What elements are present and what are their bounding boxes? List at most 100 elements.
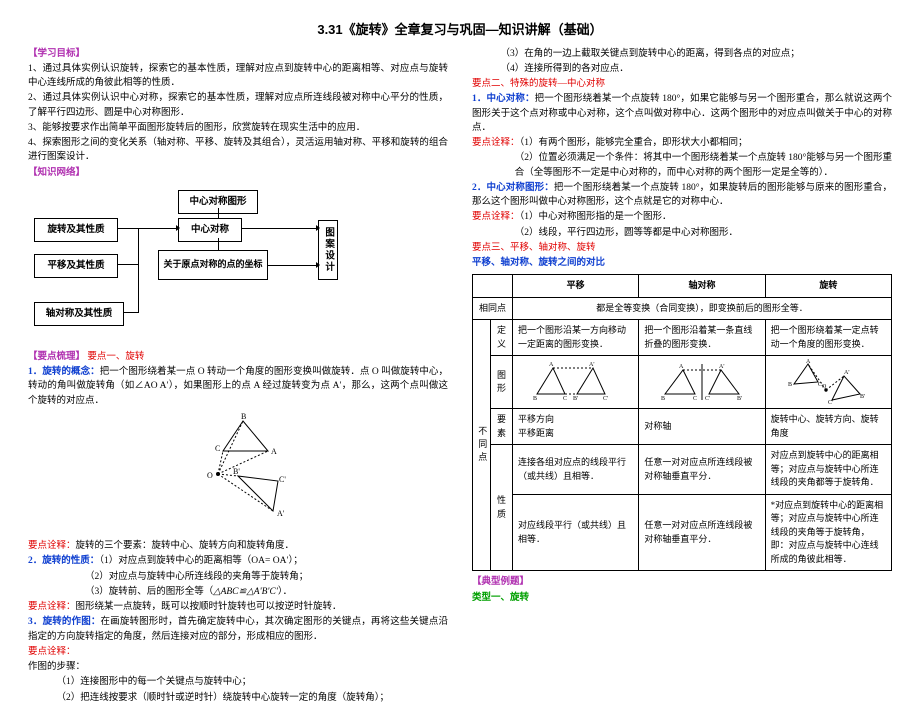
svg-text:A': A' — [589, 362, 594, 368]
section-key-points-header: 【要点梳理】 — [28, 352, 85, 362]
th-empty — [473, 275, 513, 298]
example-type-1: 类型一、旋转 — [472, 591, 892, 605]
cs-tip1: 要点诠释：（1）有两个图形，能够完全重合，即形状大小都相同； — [472, 136, 892, 150]
section-key-points-line: 【要点梳理】 要点一、旋转 — [28, 350, 448, 364]
step-1: （1）连接图形中的每一个关键点与旋转中心； — [28, 675, 448, 689]
center-sym-fig-line: 2．中心对称图形：把一个图形绕着某一个点旋转 180°，如果旋转后的图形能够与原… — [472, 181, 892, 210]
box-origin-sym-coord: 关于原点对称的点的坐标 — [158, 250, 268, 280]
key-point-3-header: 要点三、平移、轴对称、旋转 — [472, 241, 892, 255]
connector — [242, 228, 316, 229]
rot-prop-hdr: 2．旋转的性质： — [28, 556, 99, 566]
svg-text:B': B' — [573, 396, 578, 402]
row-prop: 性质 — [491, 445, 513, 571]
box-rotate-prop: 旋转及其性质 — [34, 218, 118, 242]
step-2: （2）把连线按要求（顺时针或逆时针）绕旋转中心旋转一定的角度（旋转角）； — [28, 691, 448, 705]
cs-text: 把一个图形绕着某一个点旋转 180°，如果它能够与另一个图形重合，那么就说这两个… — [472, 94, 892, 133]
th-rotate: 旋转 — [765, 275, 891, 298]
tip-dir: 图形绕某一点旋转，既可以按顺时针旋转也可以按逆时针旋转． — [76, 602, 342, 612]
svg-text:A: A — [679, 364, 684, 370]
svg-text:A: A — [549, 362, 554, 368]
rot-draw-hdr: 3．旋转的作图： — [28, 617, 101, 627]
knowledge-flowchart: 中心对称图形 旋转及其性质 中心对称 平移及其性质 关于原点对称的点的坐标 图案… — [28, 190, 448, 340]
step-3: （3）在角的一边上截取关键点到旋转中心的距离，得到各点的对应点； — [472, 47, 892, 61]
c1-def: 把一个图形沿某一方向移动一定距离的图形变换． — [513, 320, 639, 356]
svg-text:C': C' — [603, 396, 608, 402]
right-column: （3）在角的一边上截取关键点到旋转中心的距离，得到各点的对应点； （4）连接所得… — [472, 46, 892, 706]
c2-p1: 任意一对对应点所连线段被对称轴垂直平分． — [639, 445, 765, 495]
c3-p1: 对应点到旋转中心的距离相等；对应点与旋转中心所连线段的夹角都等于旋转角． — [765, 445, 891, 495]
tip-rot-three-elements: 要点诠释：旋转的三个要素：旋转中心、旋转方向和旋转角度． — [28, 539, 448, 553]
c3-fig: ABC A'B'C'O — [765, 356, 891, 409]
key-point-1-header: 要点一、旋转 — [87, 352, 144, 362]
th-translate: 平移 — [513, 275, 639, 298]
goal-2: 2、通过具体实例认识中心对称，探索它的基本性质，理解对应点所连线段被对称中心平分… — [28, 91, 448, 120]
connector — [268, 265, 316, 266]
tip-rot3: 旋转的三个要素：旋转中心、旋转方向和旋转角度． — [76, 541, 295, 551]
svg-text:A: A — [271, 447, 277, 456]
c1-p2: 对应线段平行（或共线）且相等． — [513, 494, 639, 571]
c2-elem: 对称轴 — [639, 409, 765, 445]
svg-text:C: C — [693, 396, 697, 402]
page-title: 3.31《旋转》全章复习与巩固—知识讲解（基础） — [28, 20, 892, 40]
connector — [138, 228, 139, 313]
svg-text:B: B — [661, 396, 665, 402]
prop3a: （3）旋转前、后的图形全等（ — [85, 587, 213, 597]
two-column-layout: 【学习目标】 1、通过具体实例认识旋转，探索它的基本性质，理解对应点到旋转中心的… — [28, 46, 892, 706]
svg-text:B': B' — [737, 396, 742, 402]
csf-hdr: 2．中心对称图形： — [472, 183, 554, 193]
svg-text:O: O — [207, 471, 213, 480]
box-center-sym: 中心对称 — [178, 218, 242, 242]
comparison-table: 平移 轴对称 旋转 相同点 都是全等变换（合同变换），即变换前后的图形全等． 不… — [472, 274, 892, 571]
prop3b: △ABC≌△A'B'C' — [213, 587, 278, 597]
tip-direction: 要点诠释：图形绕某一点旋转，既可以按顺时针旋转也可以按逆时针旋转． — [28, 600, 448, 614]
csf-tip2: （2）线段，平行四边形，圆等等都是中心对称图形． — [472, 226, 892, 240]
tip-hdr: 要点诠释： — [28, 541, 76, 551]
c3-def: 把一个图形绕着某一定点转动一个角度的图形变换． — [765, 320, 891, 356]
connector — [118, 264, 138, 265]
prop2: （2）对应点与旋转中心所连线段的夹角等于旋转角； — [28, 570, 448, 584]
prop3c: ）． — [278, 587, 292, 597]
svg-text:C': C' — [705, 396, 710, 402]
svg-text:A': A' — [844, 370, 849, 376]
section-examples-header: 【典型例题】 — [472, 575, 892, 589]
c3-p2: *对应点到旋转中心的距离相等；对应点与旋转中心所连线段的夹角等于旋转角，即：对应… — [765, 494, 891, 571]
steps-hdr: 作图的步骤： — [28, 660, 448, 674]
row-same-hdr: 相同点 — [473, 297, 513, 320]
center-sym-line: 1．中心对称：把一个图形绕着某一个点旋转 180°，如果它能够与另一个图形重合，… — [472, 92, 892, 135]
goal-4: 4、探索图形之间的变化关系（轴对称、平移、旋转及其组合），灵活运用轴对称、平移和… — [28, 136, 448, 165]
svg-text:C': C' — [828, 400, 833, 406]
svg-text:A': A' — [719, 364, 724, 370]
left-column: 【学习目标】 1、通过具体实例认识旋转，探索它的基本性质，理解对应点到旋转中心的… — [28, 46, 448, 706]
svg-text:B: B — [241, 412, 246, 421]
section-network-header: 【知识网络】 — [28, 166, 448, 180]
cs-tip2: （2）位置必须满足一个条件：将其中一个图形绕着某一个点旋转 180°能够与另一个… — [472, 151, 892, 180]
cs-tip1-text: （1）有两个图形，能够完全重合，即形状大小都相同； — [520, 138, 748, 148]
box-translate-prop: 平移及其性质 — [34, 254, 118, 278]
row-elem: 要素 — [491, 409, 513, 445]
prop1: （1）对应点到旋转中心的距离相等（OA= OA′）； — [99, 556, 303, 566]
rotation-concept-line: 1．旋转的概念：把一个图形绕着某一点 O 转动一个角度的图形变换叫做旋转．点 O… — [28, 365, 448, 408]
rotation-diagram: O B A C B' A' C' — [28, 416, 448, 531]
svg-text:B': B' — [860, 394, 865, 400]
connector — [218, 208, 219, 218]
tip-hdr-3: 要点诠释： — [28, 645, 448, 659]
svg-text:C: C — [563, 396, 567, 402]
step-4: （4）连接所得到的各对应点． — [472, 62, 892, 76]
c1-p1: 连接各组对应点的线段平行（或共线）且相等． — [513, 445, 639, 495]
connector — [218, 238, 219, 250]
rot-concept-hdr: 1．旋转的概念： — [28, 367, 100, 377]
csf-tip1: 要点诠释：（1）中心对称图形指的是一个图形． — [472, 210, 892, 224]
prop3: （3）旋转前、后的图形全等（△ABC≌△A'B'C'）． — [28, 585, 448, 599]
connector — [124, 312, 138, 313]
tip-hdr-r1: 要点诠释： — [472, 138, 520, 148]
svg-text:C': C' — [279, 475, 286, 484]
c1-elem: 平移方向 平移距离 — [513, 409, 639, 445]
row-diff-hdr: 不同点 — [473, 320, 491, 571]
svg-text:C: C — [215, 444, 220, 453]
svg-text:A': A' — [277, 509, 285, 518]
csf-tip1-text: （1）中心对称图形指的是一个图形． — [520, 212, 672, 222]
svg-text:B': B' — [233, 467, 240, 476]
tip-hdr-r2: 要点诠释： — [472, 212, 520, 222]
cs-hdr: 1．中心对称： — [472, 94, 535, 104]
th-axial: 轴对称 — [639, 275, 765, 298]
